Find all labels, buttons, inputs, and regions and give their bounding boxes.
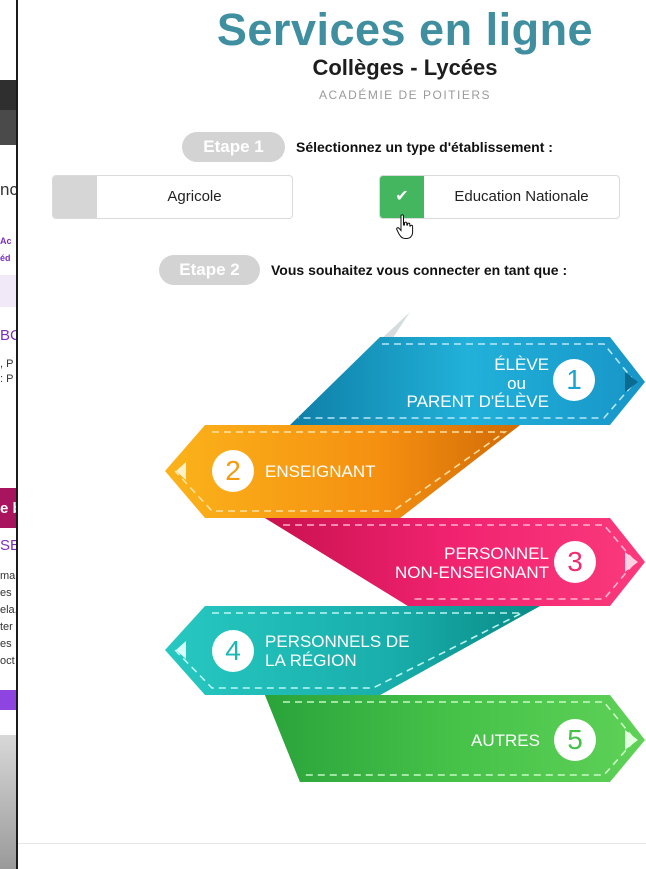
profile-option-personnel-non-enseignant[interactable]: PERSONNEL NON-ENSEIGNANT 3 xyxy=(265,518,645,606)
number-badge: 1 xyxy=(553,359,595,401)
number-badge: 3 xyxy=(554,541,596,583)
number-badge: 2 xyxy=(212,450,254,492)
profile-label-line1: PERSONNEL xyxy=(444,544,549,563)
profile-label-line2: LA RÉGION xyxy=(265,651,357,670)
profile-label-line1: PERSONNELS DE xyxy=(265,632,410,651)
profile-label-line1: AUTRES xyxy=(471,731,540,750)
profile-option-eleve-parent[interactable]: ÉLÈVE ou PARENT D'ÉLÈVE 1 xyxy=(290,337,645,425)
number-badge: 4 xyxy=(212,630,254,672)
profile-option-enseignant[interactable]: 2 ENSEIGNANT xyxy=(165,425,520,518)
profile-option-autres[interactable]: AUTRES 5 xyxy=(265,695,645,782)
profile-label-line2: PARENT D'ÉLÈVE xyxy=(406,392,549,411)
profile-label-ou: ou xyxy=(507,374,526,393)
profile-label-line1: ENSEIGNANT xyxy=(265,462,376,481)
profile-label-line2: NON-ENSEIGNANT xyxy=(395,563,549,582)
number-badge: 5 xyxy=(554,719,596,761)
profile-option-personnels-region[interactable]: 4 PERSONNELS DE LA RÉGION xyxy=(165,606,540,695)
profile-label-line1: ÉLÈVE xyxy=(494,355,549,374)
